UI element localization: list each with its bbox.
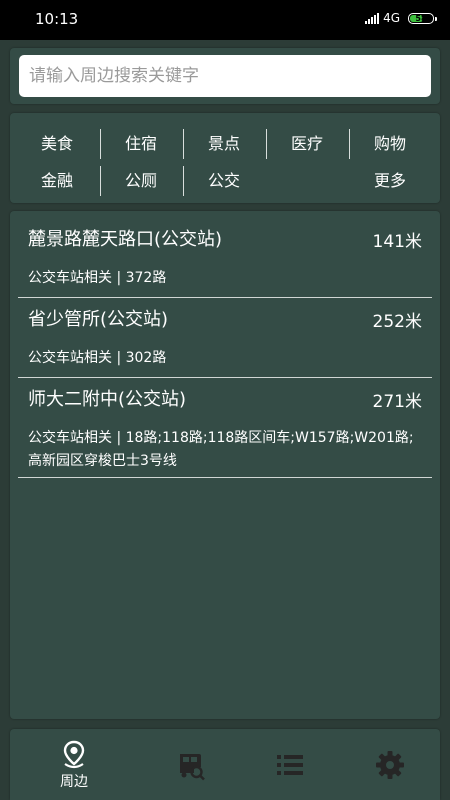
result-distance: 141米 — [372, 232, 422, 252]
result-name: 省少管所(公交站) — [28, 309, 169, 330]
nav-list[interactable] — [250, 729, 330, 800]
result-distance: 271米 — [372, 392, 422, 412]
search-input[interactable] — [19, 55, 431, 97]
bus-search-icon — [180, 754, 205, 781]
category-row-1: 美食 住宿 景点 医疗 购物 — [10, 127, 440, 161]
bottom-nav: 周边 — [10, 729, 440, 800]
status-indicators: 4G 58 — [365, 11, 437, 25]
list-icon — [277, 755, 303, 775]
result-item[interactable]: 省少管所(公交站) 252米 公交车站相关 | 302路 — [18, 291, 432, 378]
status-bar: 10:13 4G 58 — [0, 0, 450, 40]
nav-bus-search[interactable] — [150, 729, 230, 800]
location-pin-icon — [63, 740, 85, 769]
result-name: 麓景路麓天路口(公交站) — [28, 229, 223, 250]
nav-settings[interactable] — [350, 729, 430, 800]
category-finance[interactable]: 金融 — [16, 164, 98, 198]
nav-label: 周边 — [60, 774, 88, 790]
category-medical[interactable]: 医疗 — [266, 127, 348, 161]
result-detail: 公交车站相关 | 18路;118路;118路区间车;W157路;W201路;高新… — [28, 430, 414, 469]
category-shopping[interactable]: 购物 — [349, 127, 431, 161]
result-distance: 252米 — [372, 312, 422, 332]
category-bus[interactable]: 公交 — [183, 164, 265, 198]
gear-icon — [376, 751, 404, 779]
status-time: 10:13 — [35, 10, 79, 28]
category-more[interactable]: 更多 — [349, 164, 431, 198]
result-item[interactable]: 麓景路麓天路口(公交站) 141米 公交车站相关 | 372路 — [18, 211, 432, 298]
category-panel: 美食 住宿 景点 医疗 购物 金融 公厕 公交 更多 — [10, 113, 440, 203]
category-lodging[interactable]: 住宿 — [100, 127, 182, 161]
search-panel — [10, 48, 440, 104]
battery-level: 58 — [415, 13, 427, 23]
category-toilet[interactable]: 公厕 — [100, 164, 182, 198]
results-list: 麓景路麓天路口(公交站) 141米 公交车站相关 | 372路 省少管所(公交站… — [10, 211, 440, 719]
nav-nearby[interactable]: 周边 — [34, 729, 114, 800]
battery-icon: 58 — [408, 12, 437, 24]
category-row-2: 金融 公厕 公交 更多 — [10, 164, 440, 198]
result-detail: 公交车站相关 | 372路 — [28, 270, 167, 286]
result-item[interactable]: 师大二附中(公交站) 271米 公交车站相关 | 18路;118路;118路区间… — [18, 371, 432, 479]
result-detail: 公交车站相关 | 302路 — [28, 350, 167, 366]
network-type: 4G — [383, 11, 400, 25]
category-scenic[interactable]: 景点 — [183, 127, 265, 161]
category-food[interactable]: 美食 — [16, 127, 98, 161]
signal-icon — [365, 12, 380, 24]
result-divider — [18, 477, 432, 478]
result-name: 师大二附中(公交站) — [28, 389, 187, 410]
